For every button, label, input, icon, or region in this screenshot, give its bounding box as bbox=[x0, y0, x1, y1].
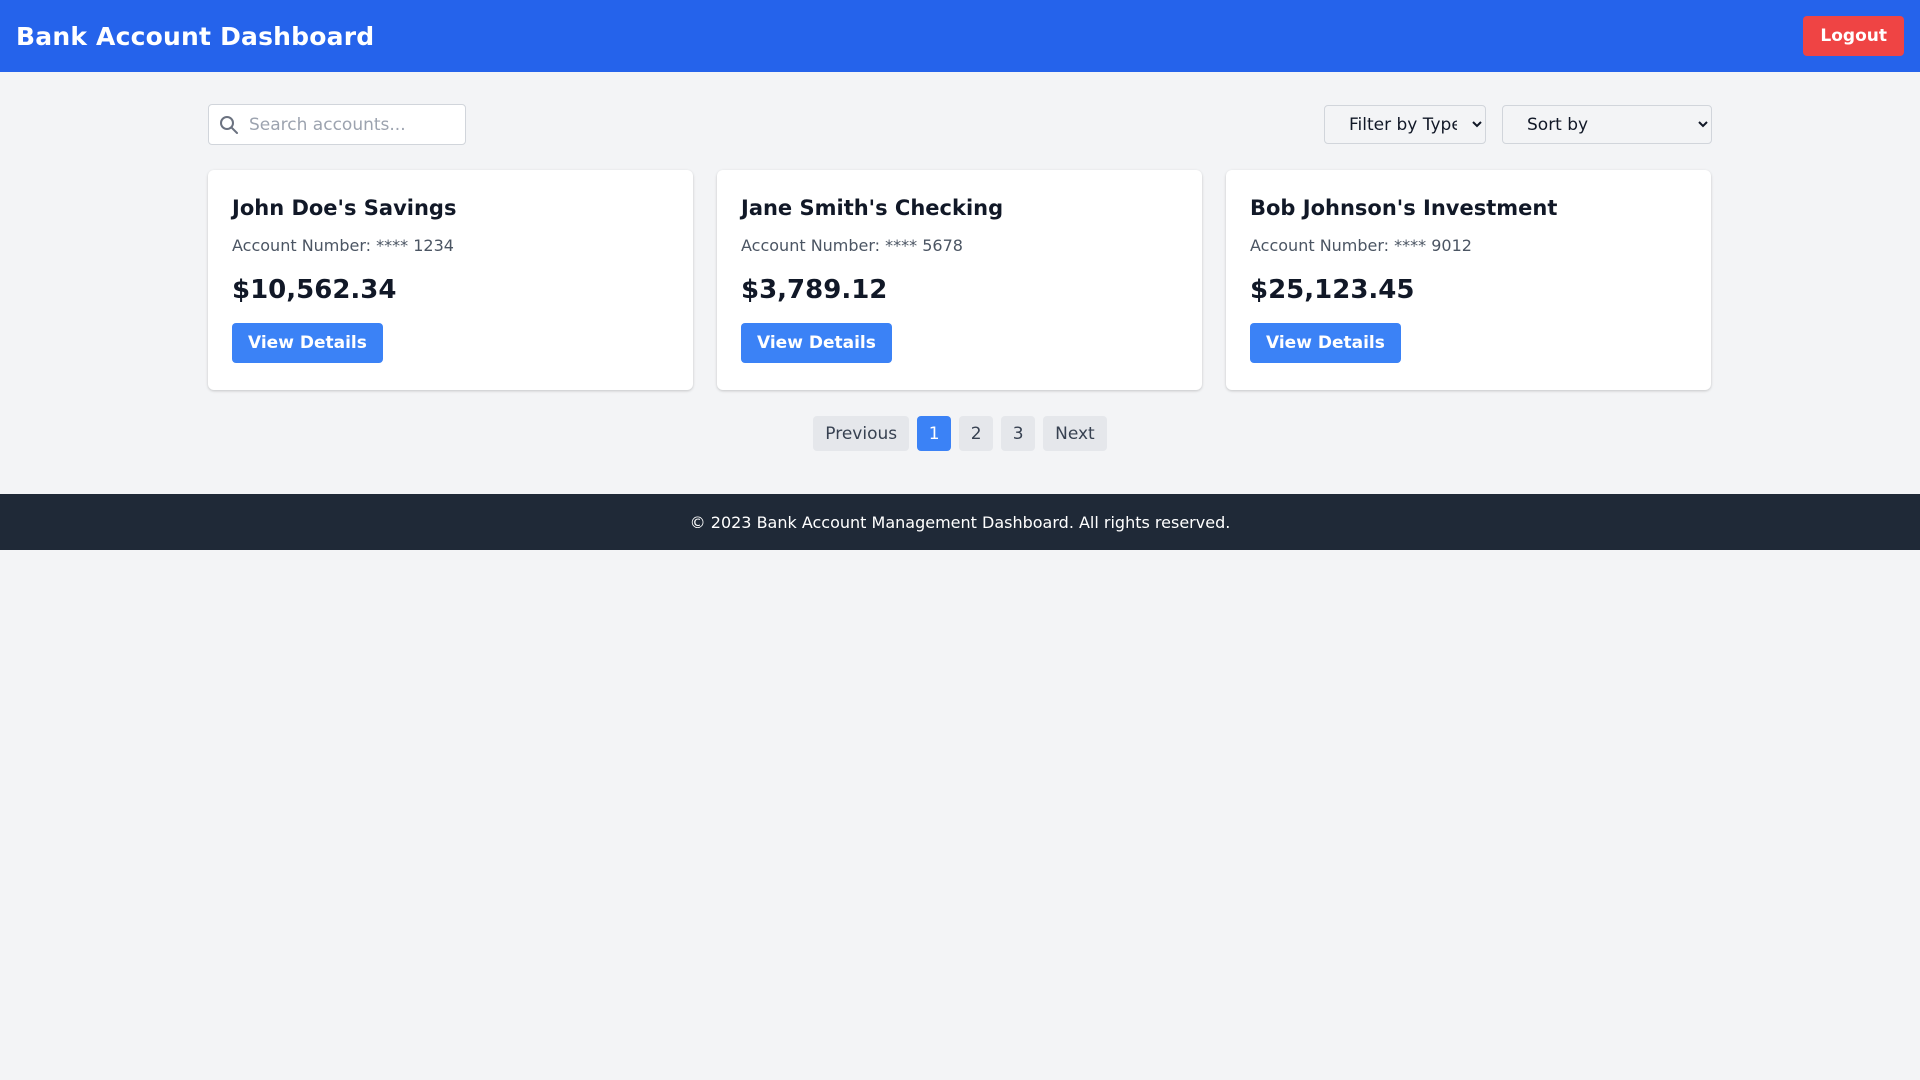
page-button-2[interactable]: 2 bbox=[959, 416, 994, 451]
view-details-button[interactable]: View Details bbox=[741, 323, 892, 363]
account-number: Account Number: **** 9012 bbox=[1250, 236, 1472, 255]
account-card: Bob Johnson's Investment Account Number:… bbox=[1226, 170, 1711, 390]
account-name: Bob Johnson's Investment bbox=[1250, 196, 1558, 220]
filter-sort-group: Filter by Type Sort by bbox=[1324, 105, 1712, 144]
filter-type-select[interactable]: Filter by Type bbox=[1324, 105, 1486, 144]
main-content: Filter by Type Sort by John Doe's Saving… bbox=[208, 72, 1712, 451]
page-button-1[interactable]: 1 bbox=[917, 416, 952, 451]
account-name: Jane Smith's Checking bbox=[741, 196, 1004, 220]
pagination: Previous 1 2 3 Next bbox=[208, 416, 1712, 451]
logout-button[interactable]: Logout bbox=[1803, 16, 1904, 56]
controls-bar: Filter by Type Sort by bbox=[208, 104, 1712, 145]
account-balance: $10,562.34 bbox=[232, 275, 397, 305]
account-name: John Doe's Savings bbox=[232, 196, 457, 220]
account-balance: $25,123.45 bbox=[1250, 275, 1415, 305]
account-balance: $3,789.12 bbox=[741, 275, 888, 305]
view-details-button[interactable]: View Details bbox=[232, 323, 383, 363]
next-page-button[interactable]: Next bbox=[1043, 416, 1107, 451]
footer: © 2023 Bank Account Management Dashboard… bbox=[0, 494, 1920, 550]
top-bar: Bank Account Dashboard Logout bbox=[0, 0, 1920, 72]
previous-page-button[interactable]: Previous bbox=[813, 416, 910, 451]
search-box bbox=[208, 104, 466, 145]
account-card: Jane Smith's Checking Account Number: **… bbox=[717, 170, 1202, 390]
sort-select[interactable]: Sort by bbox=[1502, 105, 1712, 144]
view-details-button[interactable]: View Details bbox=[1250, 323, 1401, 363]
app-title: Bank Account Dashboard bbox=[16, 21, 375, 51]
footer-copyright: © 2023 Bank Account Management Dashboard… bbox=[689, 512, 1231, 532]
account-number: Account Number: **** 1234 bbox=[232, 236, 454, 255]
account-number: Account Number: **** 5678 bbox=[741, 236, 963, 255]
page-button-3[interactable]: 3 bbox=[1001, 416, 1036, 451]
search-input[interactable] bbox=[208, 104, 466, 145]
account-cards: John Doe's Savings Account Number: **** … bbox=[208, 170, 1712, 390]
account-card: John Doe's Savings Account Number: **** … bbox=[208, 170, 693, 390]
search-icon bbox=[220, 116, 238, 134]
